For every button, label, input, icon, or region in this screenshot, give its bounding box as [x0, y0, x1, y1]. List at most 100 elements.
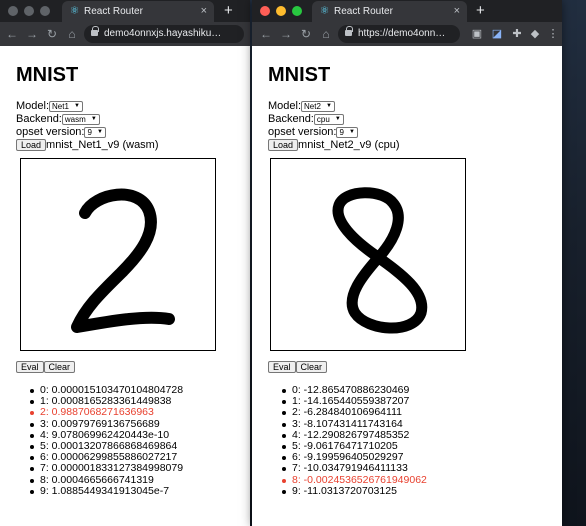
model-row: Model: Net2 ▼: [268, 100, 335, 113]
prediction-text: 0: -12.865470886230469: [292, 384, 410, 396]
minimize-window-button[interactable]: [276, 6, 286, 16]
prediction-text: 7: 0.0000018331273849980​79: [40, 462, 184, 475]
prediction-text: 4: -12.290826797485352: [292, 428, 410, 441]
prediction-text: 5: 0.0001320786686846986​4: [40, 440, 178, 453]
clear-button[interactable]: Clear: [43, 361, 76, 373]
browser-toolbar: ← → ↻ ⌂ demo4onnxjs.hayashiku…: [0, 22, 250, 46]
zoom-window-button[interactable]: [292, 6, 302, 16]
home-icon[interactable]: ⌂: [318, 22, 334, 46]
address-text: demo4onnxjs.hayashiku…: [104, 28, 222, 39]
prediction-text: 2: 0.9887068271636963: [40, 406, 154, 419]
bullet-icon: [30, 467, 34, 472]
load-button[interactable]: Load: [16, 139, 47, 151]
close-window-button[interactable]: [260, 6, 270, 16]
eval-button[interactable]: Eval: [268, 361, 296, 373]
address-bar[interactable]: https://demo4onn…: [338, 25, 460, 43]
page-title: MNIST: [268, 64, 331, 86]
eval-button[interactable]: Eval: [16, 361, 44, 373]
window-controls: [260, 6, 302, 16]
browser-window-right: ⚛ React Router × + ← → ↻ ⌂ https://demo4…: [252, 0, 562, 526]
backend-row: Backend: wasm ▼: [16, 113, 100, 126]
reload-icon[interactable]: ↻: [298, 22, 314, 46]
prediction-text: 9: 1.0885449341913045e-7: [40, 484, 170, 497]
prediction-text: 5: -9.06176471710205: [292, 440, 398, 453]
tab-title: React Router: [84, 6, 143, 17]
opset-row: opset version: 9 ▼: [268, 126, 358, 139]
forward-arrow-icon[interactable]: →: [278, 22, 294, 46]
bullet-icon: [282, 456, 286, 461]
prediction-text: 0: 0.0000151034701048047​28: [40, 384, 184, 396]
eval-row: Eval Clear: [268, 361, 328, 374]
tab-title: React Router: [334, 6, 393, 17]
prediction-text: 3: 0.00979769136756689: [40, 417, 160, 430]
address-bar[interactable]: demo4onnxjs.hayashiku…: [84, 25, 244, 43]
prediction-text: 2: -6.284840106964111: [292, 406, 402, 419]
lock-icon: [345, 26, 353, 36]
backend-label: Backend:: [16, 113, 62, 125]
bullet-icon: [30, 411, 34, 416]
prediction-text: 1: 0.0008165283361449838: [40, 395, 172, 408]
bullet-icon: [30, 389, 34, 393]
home-icon[interactable]: ⌂: [64, 22, 80, 46]
backend-row: Backend: cpu ▼: [268, 113, 344, 126]
prediction-text: 3: -8.107431411743164: [292, 417, 403, 430]
extension-icon[interactable]: ◆: [528, 27, 542, 41]
puzzle-icon[interactable]: ✚: [510, 27, 524, 41]
opset-select[interactable]: 9 ▼: [84, 127, 106, 138]
back-arrow-icon[interactable]: ←: [258, 22, 274, 46]
chevron-down-icon: ▼: [90, 116, 97, 122]
tab-close-icon[interactable]: ×: [201, 1, 207, 22]
forward-arrow-icon[interactable]: →: [24, 22, 40, 46]
drawing-canvas[interactable]: [20, 158, 216, 351]
tab-close-icon[interactable]: ×: [454, 1, 460, 22]
bullet-icon: [30, 400, 34, 405]
reload-icon[interactable]: ↻: [44, 22, 60, 46]
close-window-button[interactable]: [8, 6, 18, 16]
model-label: Model:: [268, 100, 302, 112]
prediction-text: 7: -10.034791946411133: [292, 462, 408, 475]
tab-react-router[interactable]: ⚛ React Router ×: [62, 1, 214, 22]
bullet-icon: [282, 411, 286, 416]
page-content: MNIST Model: Net2 ▼ Backend: cpu ▼ opset ver…: [252, 46, 562, 526]
bullet-icon: [282, 445, 286, 450]
page-title: MNIST: [16, 64, 79, 86]
backend-select[interactable]: cpu ▼: [313, 114, 344, 125]
bullet-icon: [282, 467, 286, 472]
prediction-list: 0: 0.0000151034701048047​28 1: 0.00081652…: [30, 384, 184, 497]
clear-button[interactable]: Clear: [295, 361, 328, 373]
chevron-down-icon: ▼: [325, 103, 332, 109]
model-select[interactable]: Net2 ▼: [301, 101, 335, 112]
load-button[interactable]: Load: [268, 139, 299, 151]
model-select[interactable]: Net1 ▼: [49, 101, 83, 112]
bullet-icon: [282, 489, 286, 494]
minimize-window-button[interactable]: [24, 6, 34, 16]
bullet-icon: [282, 400, 286, 405]
bullet-icon: [282, 478, 286, 483]
prediction-item: 9: -11.0313720703125: [282, 484, 427, 497]
backend-select[interactable]: wasm ▼: [61, 114, 100, 125]
tab-bar: ⚛ React Router × +: [0, 0, 250, 22]
new-tab-button[interactable]: +: [224, 2, 233, 20]
bullet-icon: [30, 422, 34, 427]
react-icon: ⚛: [319, 5, 330, 17]
cast-icon[interactable]: ▣: [470, 27, 484, 41]
address-text: https://demo4onn…: [358, 28, 446, 39]
bullet-icon: [282, 433, 286, 438]
model-label: Model:: [16, 100, 50, 112]
new-tab-button[interactable]: +: [476, 2, 485, 20]
bullet-icon: [30, 445, 34, 450]
bullet-icon: [30, 456, 34, 461]
bullet-icon: [30, 489, 34, 494]
tab-react-router[interactable]: ⚛ React Router ×: [312, 1, 467, 22]
back-arrow-icon[interactable]: ←: [4, 22, 20, 46]
eval-row: Eval Clear: [16, 361, 76, 374]
bullet-icon: [282, 389, 286, 393]
more-menu-icon[interactable]: ⋮: [546, 27, 560, 41]
prediction-text: 9: -11.0313720703125: [292, 484, 397, 497]
translate-icon[interactable]: ◪: [490, 27, 504, 41]
drawing-canvas[interactable]: [270, 158, 466, 351]
opset-select[interactable]: 9 ▼: [336, 127, 358, 138]
model-status: mnist_Net1_v9 (wasm): [46, 139, 159, 151]
lock-icon: [91, 26, 99, 36]
zoom-window-button[interactable]: [40, 6, 50, 16]
